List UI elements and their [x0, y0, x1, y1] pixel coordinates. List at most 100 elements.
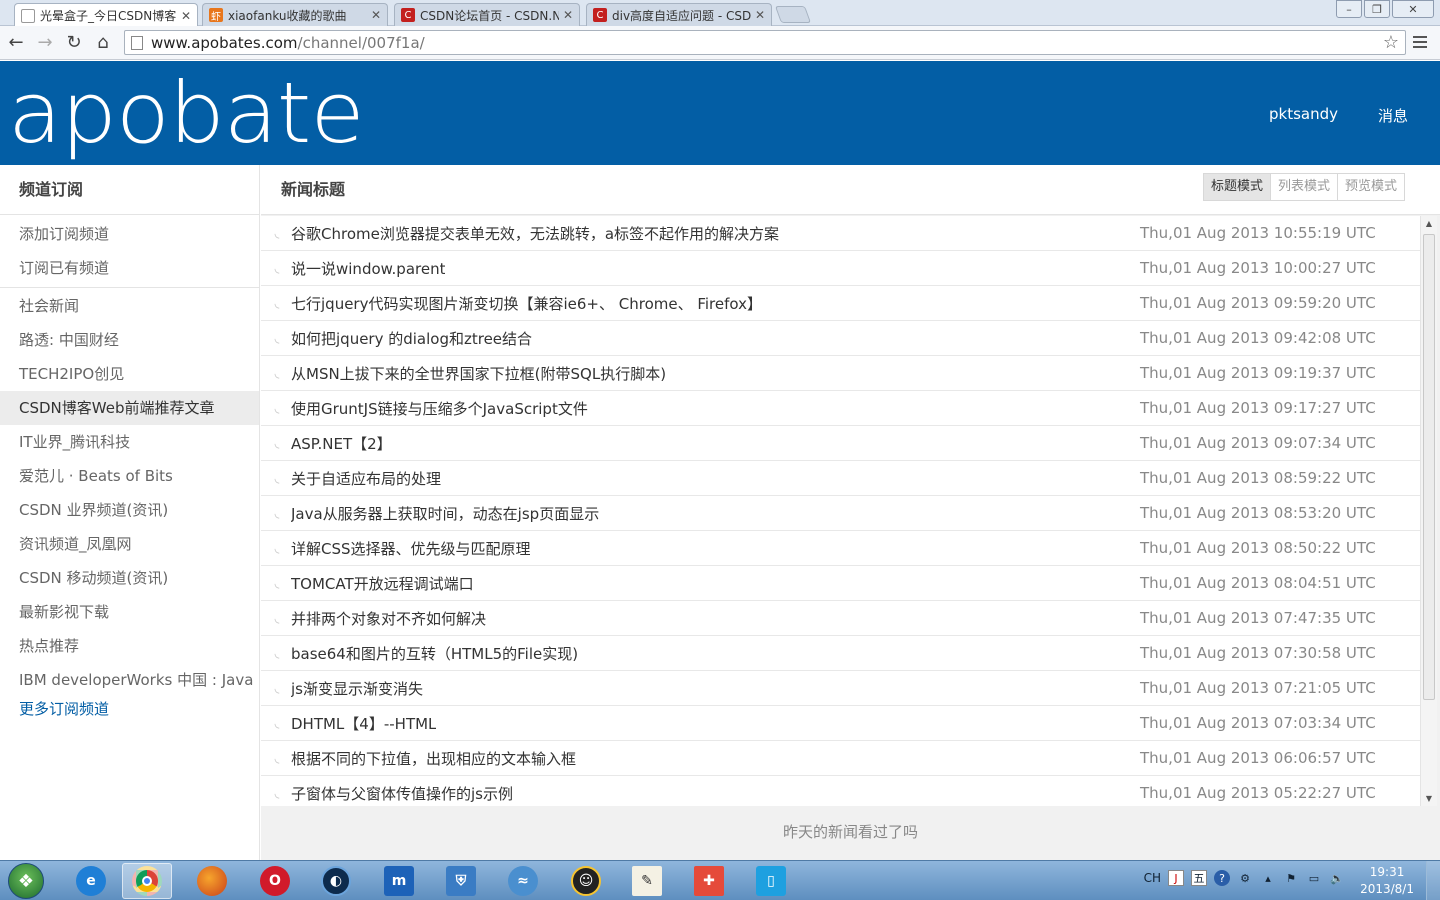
close-window-icon[interactable]: ✕ [1392, 0, 1434, 18]
article-title[interactable]: Java从服务器上获取时间，动态在jsp页面显示 [291, 503, 599, 524]
preview-mode-button[interactable]: 预览模式 [1336, 174, 1404, 200]
maxthon-icon[interactable]: m [374, 863, 424, 899]
table-row[interactable]: ◟ DHTML【4】--HTML Thu,01 Aug 2013 07:03:34 … [261, 706, 1420, 741]
table-row[interactable]: ◟ Java从服务器上获取时间，动态在jsp页面显示 Thu,01 Aug 2013… [261, 496, 1420, 531]
sidebar-item-channel[interactable]: 热点推荐 [0, 629, 259, 663]
restore-icon[interactable]: ❐ [1364, 0, 1390, 18]
title-mode-button[interactable]: 标题模式 [1203, 174, 1270, 200]
scroll-down-icon[interactable]: ▼ [1421, 791, 1437, 806]
sidebar-item-channel[interactable]: TECH2IPO创见 [0, 357, 259, 391]
app-icon[interactable]: ◐ [311, 863, 361, 899]
article-title[interactable]: 说一说window.parent [291, 258, 445, 279]
existing-subscription-link[interactable]: 订阅已有频道 [0, 251, 259, 285]
opera-icon[interactable]: O [250, 863, 300, 899]
sidebar-item-channel[interactable]: 最新影视下载 [0, 595, 259, 629]
help-icon[interactable]: ? [1214, 870, 1230, 886]
dolphin-icon[interactable]: ≈ [498, 863, 548, 899]
minimize-icon[interactable]: – [1336, 0, 1362, 18]
close-icon[interactable]: ✕ [755, 8, 765, 22]
table-row[interactable]: ◟ 说一说window.parent Thu,01 Aug 2013 10:00:2… [261, 251, 1420, 286]
article-title[interactable]: 详解CSS选择器、优先级与匹配原理 [291, 538, 531, 559]
ie-icon[interactable]: e [66, 863, 116, 899]
sidebar-item-channel[interactable]: IT业界_腾讯科技 [0, 425, 259, 459]
article-title[interactable]: DHTML【4】--HTML [291, 713, 436, 734]
firefox-icon[interactable] [187, 863, 237, 899]
scrollbar[interactable]: ▲ ▼ [1420, 216, 1437, 806]
address-bar[interactable]: www.apobates.com/channel/007f1a/ ☆ [124, 30, 1406, 55]
show-desktop-button[interactable] [1426, 861, 1440, 900]
article-title[interactable]: 使用GruntJS链接与压缩多个JavaScript文件 [291, 398, 588, 419]
article-title[interactable]: base64和图片的互转（HTML5的File实现) [291, 643, 578, 664]
table-row[interactable]: ◟ 关于自适应布局的处理 Thu,01 Aug 2013 08:59:22 UTC [261, 461, 1420, 496]
user-link[interactable]: pktsandy [1269, 105, 1338, 123]
table-row[interactable]: ◟ 使用GruntJS链接与压缩多个JavaScript文件 Thu,01 Aug … [261, 391, 1420, 426]
table-row[interactable]: ◟ TOMCAT开放远程调试端口 Thu,01 Aug 2013 08:04:51 … [261, 566, 1420, 601]
input-method-icon[interactable]: J [1168, 870, 1184, 886]
clock[interactable]: 19:31 2013/8/1 [1360, 864, 1414, 898]
table-row[interactable]: ◟ 并排两个对象对不齐如何解决 Thu,01 Aug 2013 07:47:35 U… [261, 601, 1420, 636]
add-subscription-link[interactable]: 添加订阅频道 [0, 217, 259, 251]
article-title[interactable]: 谷歌Chrome浏览器提交表单无效，无法跳转，a标签不起作用的解决方案 [291, 223, 779, 244]
sidebar-item-channel-active[interactable]: CSDN博客Web前端推荐文章 [0, 391, 259, 425]
article-title[interactable]: 子窗体与父窗体传值操作的js示例 [291, 783, 513, 804]
article-title[interactable]: 如何把jquery 的dialog和ztree结合 [291, 328, 532, 349]
table-row[interactable]: ◟ 如何把jquery 的dialog和ztree结合 Thu,01 Aug 201… [261, 321, 1420, 356]
article-title[interactable]: js渐变显示渐变消失 [291, 678, 423, 699]
table-row[interactable]: ◟ 谷歌Chrome浏览器提交表单无效，无法跳转，a标签不起作用的解决方案 Thu,… [261, 216, 1420, 251]
table-row[interactable]: ◟ js渐变显示渐变消失 Thu,01 Aug 2013 07:21:05 UTC [261, 671, 1420, 706]
keyboard-icon[interactable]: 五 [1191, 870, 1207, 886]
forward-icon[interactable]: → [32, 30, 58, 56]
start-button[interactable]: ❖ [8, 863, 44, 899]
article-title[interactable]: 从MSN上拔下来的全世界国家下拉框(附带SQL执行脚本) [291, 363, 666, 384]
sidebar-item-channel[interactable]: CSDN 移动频道(资讯) [0, 561, 259, 595]
browser-tab[interactable]: 虾 xiaofanku收藏的歌曲 ✕ [202, 3, 388, 26]
home-icon[interactable]: ⌂ [90, 30, 116, 56]
list-mode-button[interactable]: 列表模式 [1269, 174, 1337, 200]
volume-icon[interactable]: 🔈 [1329, 870, 1345, 886]
bookmark-star-icon[interactable]: ☆ [1383, 32, 1399, 53]
sidebar-item-channel[interactable]: 爱范儿 · Beats of Bits [0, 459, 259, 493]
flag-icon[interactable]: ⚑ [1283, 870, 1299, 886]
chrome-icon[interactable] [122, 863, 172, 899]
browser-tab[interactable]: C div高度自适应问题 - CSD ✕ [586, 3, 772, 26]
article-title[interactable]: ASP.NET【2】 [291, 433, 392, 454]
sidebar-item-channel[interactable]: IBM developerWorks 中国 : Java [0, 663, 259, 697]
qq-icon[interactable]: ☺ [561, 863, 611, 899]
article-title[interactable]: 关于自适应布局的处理 [291, 468, 441, 489]
phone-icon[interactable]: ▯ [746, 863, 796, 899]
table-row[interactable]: ◟ 七行jquery代码实现图片渐变切换【兼容ie6+、 Chrome、 Fire… [261, 286, 1420, 321]
browser-tab[interactable]: C CSDN论坛首页 - CSDN.N ✕ [394, 3, 580, 26]
sidebar-item-channel[interactable]: CSDN 业界频道(资讯) [0, 493, 259, 527]
network-tray-icon[interactable]: ▭ [1306, 870, 1322, 886]
browser-tab[interactable]: 光晕盒子_今日CSDN博客 ✕ [14, 3, 198, 27]
paint-icon[interactable]: ✚ [684, 863, 734, 899]
close-icon[interactable]: ✕ [563, 8, 573, 22]
reload-icon[interactable]: ↻ [61, 30, 87, 56]
network-icon[interactable]: ⛨ [436, 863, 486, 899]
sidebar-item-channel[interactable]: 资讯频道_凤凰网 [0, 527, 259, 561]
article-title[interactable]: TOMCAT开放远程调试端口 [291, 573, 474, 594]
table-row[interactable]: ◟ 子窗体与父窗体传值操作的js示例 Thu,01 Aug 2013 05:22:2… [261, 776, 1420, 806]
new-tab-button[interactable] [774, 6, 812, 23]
back-icon[interactable]: ← [3, 30, 29, 56]
scroll-up-icon[interactable]: ▲ [1421, 216, 1437, 231]
notepad-icon[interactable]: ✎ [622, 863, 672, 899]
show-hidden-icons-icon[interactable]: ▴ [1260, 870, 1276, 886]
more-subscriptions-link[interactable]: 更多订阅频道 [0, 697, 259, 721]
language-indicator[interactable]: CH [1144, 871, 1161, 885]
table-row[interactable]: ◟ 根据不同的下拉值，出现相应的文本输入框 Thu,01 Aug 2013 06:0… [261, 741, 1420, 776]
messages-link[interactable]: 消息 [1378, 105, 1408, 126]
close-icon[interactable]: ✕ [181, 9, 191, 23]
table-row[interactable]: ◟ 详解CSS选择器、优先级与匹配原理 Thu,01 Aug 2013 08:50:… [261, 531, 1420, 566]
table-row[interactable]: ◟ base64和图片的互转（HTML5的File实现) Thu,01 Aug 20… [261, 636, 1420, 671]
table-row[interactable]: ◟ ASP.NET【2】 Thu,01 Aug 2013 09:07:34 UTC [261, 426, 1420, 461]
footer-message[interactable]: 昨天的新闻看过了吗 [261, 821, 1440, 842]
article-title[interactable]: 七行jquery代码实现图片渐变切换【兼容ie6+、 Chrome、 Firef… [291, 293, 762, 314]
table-row[interactable]: ◟ 从MSN上拔下来的全世界国家下拉框(附带SQL执行脚本) Thu,01 Aug … [261, 356, 1420, 391]
sidebar-item-channel[interactable]: 路透: 中国财经 [0, 323, 259, 357]
menu-icon[interactable] [1408, 30, 1432, 54]
article-title[interactable]: 并排两个对象对不齐如何解决 [291, 608, 486, 629]
site-logo[interactable]: apobate [8, 67, 365, 159]
article-title[interactable]: 根据不同的下拉值，出现相应的文本输入框 [291, 748, 576, 769]
options-icon[interactable]: ⚙ [1237, 870, 1253, 886]
